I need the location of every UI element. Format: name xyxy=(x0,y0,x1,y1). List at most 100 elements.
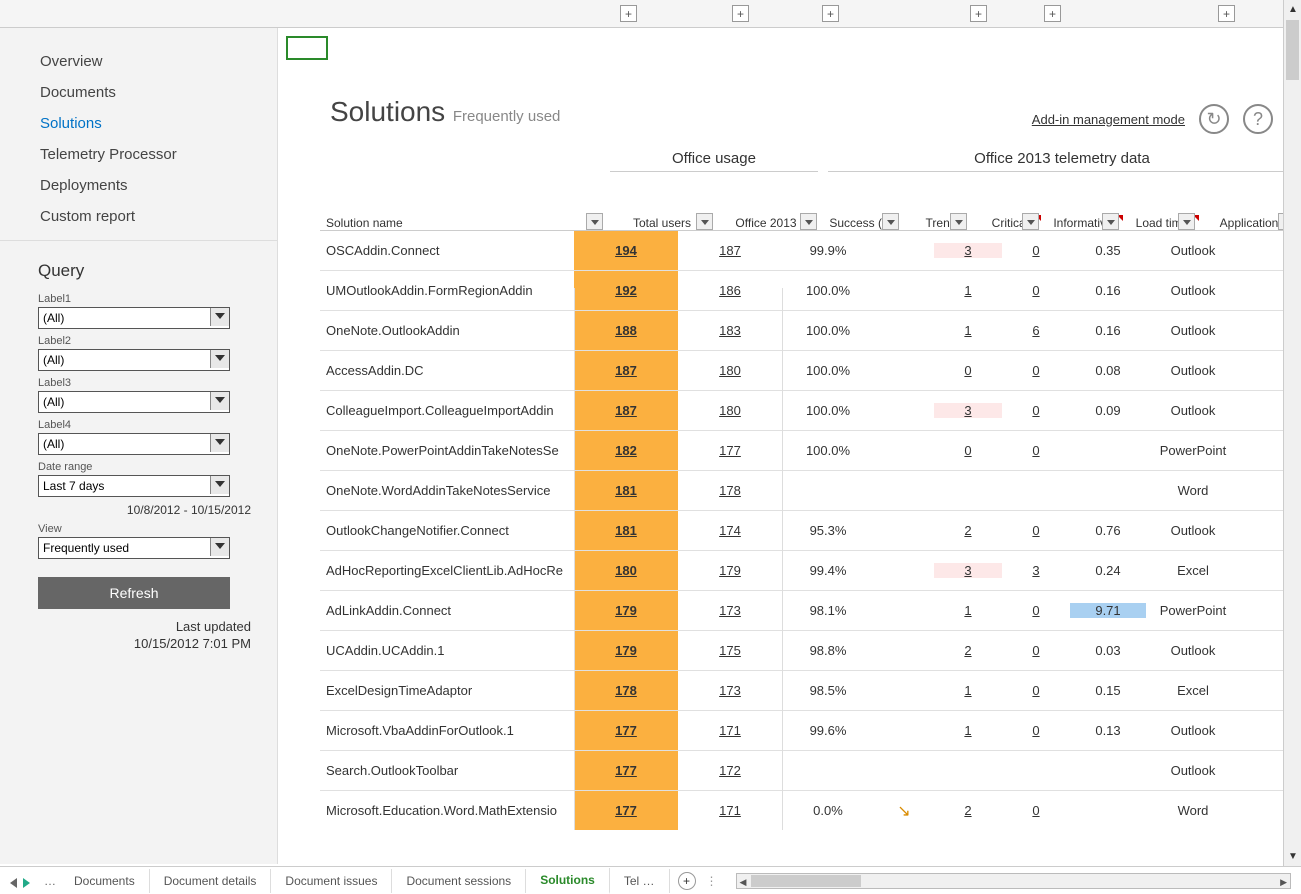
critical-link[interactable]: 3 xyxy=(964,403,971,418)
office-2013-link[interactable]: 180 xyxy=(719,403,741,418)
label4-select[interactable] xyxy=(38,433,230,455)
informative-link[interactable]: 0 xyxy=(1032,243,1039,258)
critical-link[interactable]: 2 xyxy=(964,803,971,818)
office-2013-link[interactable]: 180 xyxy=(719,363,741,378)
critical-link[interactable]: 1 xyxy=(964,603,971,618)
total-users-link[interactable]: 182 xyxy=(615,443,637,458)
filter-info[interactable] xyxy=(1102,213,1119,230)
cell-application: Outlook xyxy=(1146,283,1240,298)
informative-link[interactable]: 0 xyxy=(1032,683,1039,698)
tab-nav-prev-icon[interactable] xyxy=(10,878,17,888)
total-users-link[interactable]: 187 xyxy=(615,403,637,418)
outline-expand-4[interactable]: + xyxy=(970,5,987,22)
critical-link[interactable]: 1 xyxy=(964,723,971,738)
total-users-link[interactable]: 177 xyxy=(615,763,637,778)
informative-link[interactable]: 0 xyxy=(1032,443,1039,458)
filter-2013[interactable] xyxy=(800,213,817,230)
informative-link[interactable]: 0 xyxy=(1032,723,1039,738)
nav-custom-report[interactable]: Custom report xyxy=(0,201,277,232)
label2-select[interactable] xyxy=(38,349,230,371)
office-2013-link[interactable]: 186 xyxy=(719,283,741,298)
informative-link[interactable]: 0 xyxy=(1032,603,1039,618)
total-users-link[interactable]: 179 xyxy=(615,643,637,658)
informative-link[interactable]: 0 xyxy=(1032,643,1039,658)
informative-link[interactable]: 0 xyxy=(1032,403,1039,418)
new-sheet-button[interactable]: + xyxy=(678,872,696,890)
tab-overflow-left[interactable]: … xyxy=(40,874,60,888)
nav-overview[interactable]: Overview xyxy=(0,46,277,77)
filter-load[interactable] xyxy=(1178,213,1195,230)
informative-link[interactable]: 0 xyxy=(1032,283,1039,298)
addin-management-mode-link[interactable]: Add-in management mode xyxy=(1032,112,1185,127)
total-users-link[interactable]: 178 xyxy=(615,683,637,698)
tab-document-details[interactable]: Document details xyxy=(150,869,272,893)
outline-expand-2[interactable]: + xyxy=(732,5,749,22)
filter-trend[interactable] xyxy=(950,213,967,230)
filter-name[interactable] xyxy=(586,213,603,230)
nav-documents[interactable]: Documents xyxy=(0,77,277,108)
office-2013-link[interactable]: 179 xyxy=(719,563,741,578)
critical-link[interactable]: 1 xyxy=(964,283,971,298)
informative-link[interactable]: 6 xyxy=(1032,323,1039,338)
nav-solutions[interactable]: Solutions xyxy=(0,108,277,139)
date-range-select[interactable] xyxy=(38,475,230,497)
cell-informative: 0 xyxy=(1002,283,1070,298)
critical-link[interactable]: 2 xyxy=(964,643,971,658)
office-2013-link[interactable]: 187 xyxy=(719,243,741,258)
total-users-link[interactable]: 194 xyxy=(615,243,637,258)
informative-link[interactable]: 0 xyxy=(1032,523,1039,538)
office-2013-link[interactable]: 177 xyxy=(719,443,741,458)
tab-document-sessions[interactable]: Document sessions xyxy=(392,869,526,893)
total-users-link[interactable]: 187 xyxy=(615,363,637,378)
label1-select[interactable] xyxy=(38,307,230,329)
outline-expand-6[interactable]: + xyxy=(1218,5,1235,22)
office-2013-link[interactable]: 183 xyxy=(719,323,741,338)
filter-total[interactable] xyxy=(696,213,713,230)
tab-solutions[interactable]: Solutions xyxy=(526,868,610,894)
total-users-link[interactable]: 179 xyxy=(615,603,637,618)
total-users-link[interactable]: 192 xyxy=(615,283,637,298)
outline-expand-5[interactable]: + xyxy=(1044,5,1061,22)
filter-crit[interactable] xyxy=(1022,213,1039,230)
horizontal-scrollbar[interactable]: ◀ ▶ xyxy=(736,873,1291,889)
filter-succ[interactable] xyxy=(882,213,899,230)
critical-link[interactable]: 3 xyxy=(964,243,971,258)
total-users-link[interactable]: 181 xyxy=(615,523,637,538)
refresh-button[interactable]: Refresh xyxy=(38,577,230,609)
office-2013-link[interactable]: 178 xyxy=(719,483,741,498)
total-users-link[interactable]: 177 xyxy=(615,803,637,818)
critical-link[interactable]: 1 xyxy=(964,323,971,338)
view-select[interactable] xyxy=(38,537,230,559)
vertical-scrollbar[interactable]: ▲ ▼ xyxy=(1283,0,1301,866)
total-users-link[interactable]: 181 xyxy=(615,483,637,498)
total-users-link[interactable]: 180 xyxy=(615,563,637,578)
nav-telemetry-processor[interactable]: Telemetry Processor xyxy=(0,139,277,170)
office-2013-link[interactable]: 173 xyxy=(719,603,741,618)
scroll-thumb[interactable] xyxy=(1286,20,1299,80)
office-2013-link[interactable]: 174 xyxy=(719,523,741,538)
office-2013-link[interactable]: 172 xyxy=(719,763,741,778)
nav-deployments[interactable]: Deployments xyxy=(0,170,277,201)
hscroll-thumb[interactable] xyxy=(751,875,861,887)
critical-link[interactable]: 0 xyxy=(964,363,971,378)
critical-link[interactable]: 0 xyxy=(964,443,971,458)
label3-select[interactable] xyxy=(38,391,230,413)
tab-nav-next-icon[interactable] xyxy=(23,878,30,888)
informative-link[interactable]: 0 xyxy=(1032,363,1039,378)
total-users-link[interactable]: 177 xyxy=(615,723,637,738)
tab-tel-more[interactable]: Tel … xyxy=(610,869,670,893)
office-2013-link[interactable]: 171 xyxy=(719,803,741,818)
office-2013-link[interactable]: 173 xyxy=(719,683,741,698)
critical-link[interactable]: 3 xyxy=(964,563,971,578)
tab-document-issues[interactable]: Document issues xyxy=(271,869,392,893)
critical-link[interactable]: 1 xyxy=(964,683,971,698)
informative-link[interactable]: 0 xyxy=(1032,803,1039,818)
outline-expand-1[interactable]: + xyxy=(620,5,637,22)
informative-link[interactable]: 3 xyxy=(1032,563,1039,578)
office-2013-link[interactable]: 175 xyxy=(719,643,741,658)
total-users-link[interactable]: 188 xyxy=(615,323,637,338)
critical-link[interactable]: 2 xyxy=(964,523,971,538)
outline-expand-3[interactable]: + xyxy=(822,5,839,22)
tab-documents[interactable]: Documents xyxy=(60,869,150,893)
office-2013-link[interactable]: 171 xyxy=(719,723,741,738)
